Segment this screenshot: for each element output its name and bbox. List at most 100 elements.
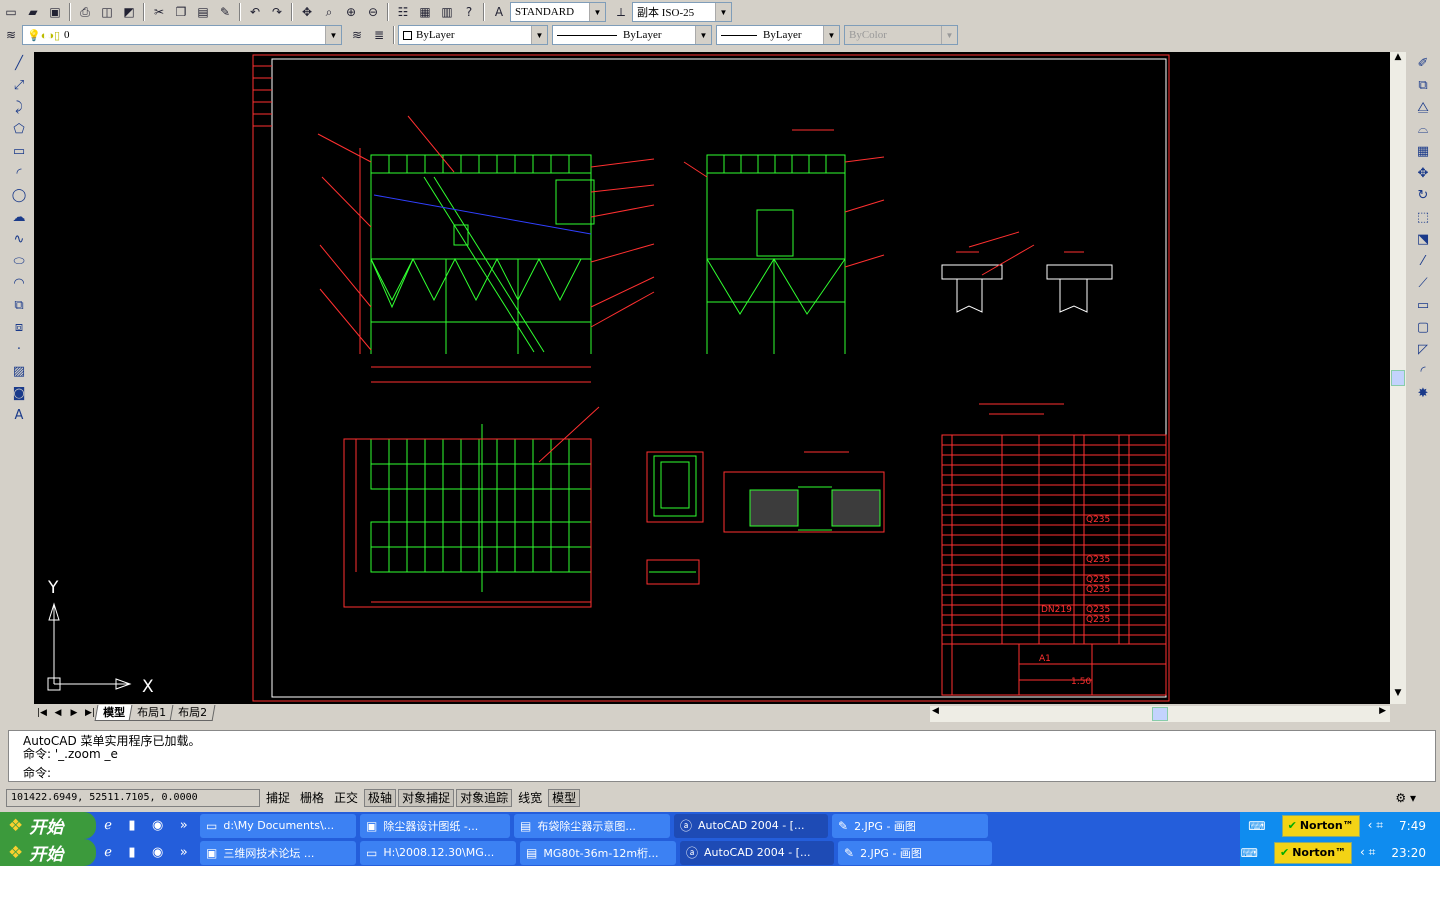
lineweight-toggle[interactable]: 线宽 [514,789,546,807]
tray-icons[interactable]: ‹ ⌗ [1360,845,1375,860]
ie-icon[interactable]: ℯ [104,845,112,860]
media-icon[interactable]: ◉ [152,818,163,833]
undo-icon[interactable]: ↶ [244,2,266,22]
revcloud-icon[interactable]: ☁ [8,206,30,228]
fillet-icon[interactable]: ◜ [1412,360,1434,382]
layer-previous-icon[interactable]: ≣ [368,25,390,45]
vertical-scrollbar[interactable]: ▲ ▼ [1390,52,1406,704]
scroll-down-icon[interactable]: ▼ [1390,688,1406,704]
help-icon[interactable]: ? [458,2,480,22]
taskbar-item[interactable]: ▭ H:\2008.12.30\MG... [360,840,516,865]
scroll-left-icon[interactable]: ◀ [932,706,939,716]
erase-icon[interactable]: ✐ [1412,52,1434,74]
copy-object-icon[interactable]: ⧉ [1412,74,1434,96]
line-icon[interactable]: ╱ [8,52,30,74]
first-tab-icon[interactable]: |◀ [34,708,50,718]
coordinate-readout[interactable]: 101422.6949, 52511.7105, 0.0000 [6,789,260,807]
taskbar-item[interactable]: ▤ MG80t-36m-12m桁... [520,840,676,865]
layer-manager-icon[interactable]: ≋ [0,25,22,45]
lineweight-select[interactable]: ByLayer ▼ [716,25,840,45]
zoom-realtime-icon[interactable]: ⌕ [318,2,340,22]
ortho-toggle[interactable]: 正交 [330,789,362,807]
insert-block-icon[interactable]: ⧉ [8,294,30,316]
text-style-icon[interactable]: A [488,2,510,22]
new-file-icon[interactable]: ▭ [0,2,22,22]
scroll-thumb[interactable] [1391,370,1405,386]
match-properties-icon[interactable]: ✎ [214,2,236,22]
dim-style-select[interactable]: 副本 ISO-25 ▼ [632,2,732,22]
array-icon[interactable]: ▦ [1412,140,1434,162]
drawing-canvas[interactable]: Q235 Q235 Q235 Q235 Q235 Q235 DN219 A1 1… [34,52,1390,704]
desktop-icon[interactable]: ▮ [128,845,135,860]
hatch-icon[interactable]: ▨ [8,360,30,382]
prev-tab-icon[interactable]: ◀ [50,708,66,718]
ellipse-arc-icon[interactable]: ◠ [8,272,30,294]
chevron-down-icon[interactable]: ▼ [823,26,839,44]
save-icon[interactable]: ▣ [44,2,66,22]
zoom-window-icon[interactable]: ⊕ [340,2,362,22]
taskbar-item[interactable]: ⓐ AutoCAD 2004 - [... [674,813,828,838]
keyboard-icon[interactable]: ⌨ [1248,819,1265,833]
offset-icon[interactable]: ⌓ [1412,118,1434,140]
tab-model[interactable]: 模型 [94,705,134,721]
ellipse-icon[interactable]: ⬭ [8,250,30,272]
chevron-down-icon[interactable]: ▼ [589,3,605,21]
construction-line-icon[interactable]: ⤢ [8,74,30,96]
norton-badge[interactable]: ✔ Norton™ [1281,814,1360,837]
circle-icon[interactable]: ◯ [8,184,30,206]
desktop-icon[interactable]: ▮ [128,818,135,833]
trim-icon[interactable]: ⁄ [1412,250,1434,272]
arc-icon[interactable]: ◜ [8,162,30,184]
start-button[interactable]: ❖ 开始 [0,812,96,839]
next-tab-icon[interactable]: ▶ [66,708,82,718]
media-icon[interactable]: ◉ [152,845,163,860]
multiline-text-icon[interactable]: A [8,404,30,426]
norton-badge[interactable]: ✔ Norton™ [1273,841,1353,864]
taskbar-item[interactable]: ▭ d:\My Documents\... [200,813,356,838]
more-icon[interactable]: » [180,845,188,860]
zoom-previous-icon[interactable]: ⊖ [362,2,384,22]
communication-center-icon[interactable]: ⚙ ▾ [1395,791,1416,805]
command-window[interactable]: AutoCAD 菜单实用程序已加载。 命令: '_.zoom _e 命令: [8,730,1436,782]
open-file-icon[interactable]: ▰ [22,2,44,22]
keyboard-icon[interactable]: ⌨ [1241,846,1258,860]
copy-icon[interactable]: ❐ [170,2,192,22]
polar-toggle[interactable]: 极轴 [364,789,397,807]
chevron-down-icon[interactable]: ▼ [695,26,711,44]
horizontal-scrollbar[interactable]: ◀ ▶ [930,706,1390,722]
start-button[interactable]: ❖ 开始 [0,839,96,866]
taskbar-item[interactable]: ✎ 2.JPG - 画图 [838,840,992,865]
stretch-icon[interactable]: ⬔ [1412,228,1434,250]
tray-icons[interactable]: ‹ ⌗ [1368,818,1383,833]
model-toggle[interactable]: 模型 [548,789,581,807]
chevron-down-icon[interactable]: ▼ [715,3,731,21]
region-icon[interactable]: ◙ [8,382,30,404]
chevron-down-icon[interactable]: ▼ [531,26,547,44]
tab-layout2[interactable]: 布局2 [169,705,216,721]
taskbar-item[interactable]: ✎ 2.JPG - 画图 [832,813,988,838]
chevron-down-icon[interactable]: ▼ [325,26,341,44]
scroll-right-icon[interactable]: ▶ [1379,706,1386,716]
scale-icon[interactable]: ⬚ [1412,206,1434,228]
linetype-select[interactable]: ByLayer ▼ [552,25,712,45]
taskbar-item[interactable]: ▣ 除尘器设计图纸 -... [360,813,510,838]
taskbar-item[interactable]: ▣ 三维网技术论坛 ... [200,840,356,865]
point-icon[interactable]: · [8,338,30,360]
grid-toggle[interactable]: 栅格 [296,789,328,807]
rotate-icon[interactable]: ↻ [1412,184,1434,206]
print-icon[interactable]: ⎙ [74,2,96,22]
make-block-icon[interactable]: ⧈ [8,316,30,338]
layer-select[interactable]: 💡◐◑▯ 0 ▼ [22,25,342,45]
taskbar-item[interactable]: ▤ 布袋除尘器示意图... [514,813,670,838]
dim-style-icon[interactable]: ⟂ [610,2,632,22]
text-style-select[interactable]: STANDARD ▼ [510,2,606,22]
extend-icon[interactable]: ⟋ [1412,272,1434,294]
chamfer-icon[interactable]: ◸ [1412,338,1434,360]
otrack-toggle[interactable]: 对象追踪 [456,789,513,807]
make-layer-current-icon[interactable]: ≋ [346,25,368,45]
scroll-up-icon[interactable]: ▲ [1390,52,1406,68]
tool-palettes-icon[interactable]: ▥ [436,2,458,22]
polyline-icon[interactable]: ⤸ [8,96,30,118]
publish-icon[interactable]: ◩ [118,2,140,22]
osnap-toggle[interactable]: 对象捕捉 [398,789,455,807]
